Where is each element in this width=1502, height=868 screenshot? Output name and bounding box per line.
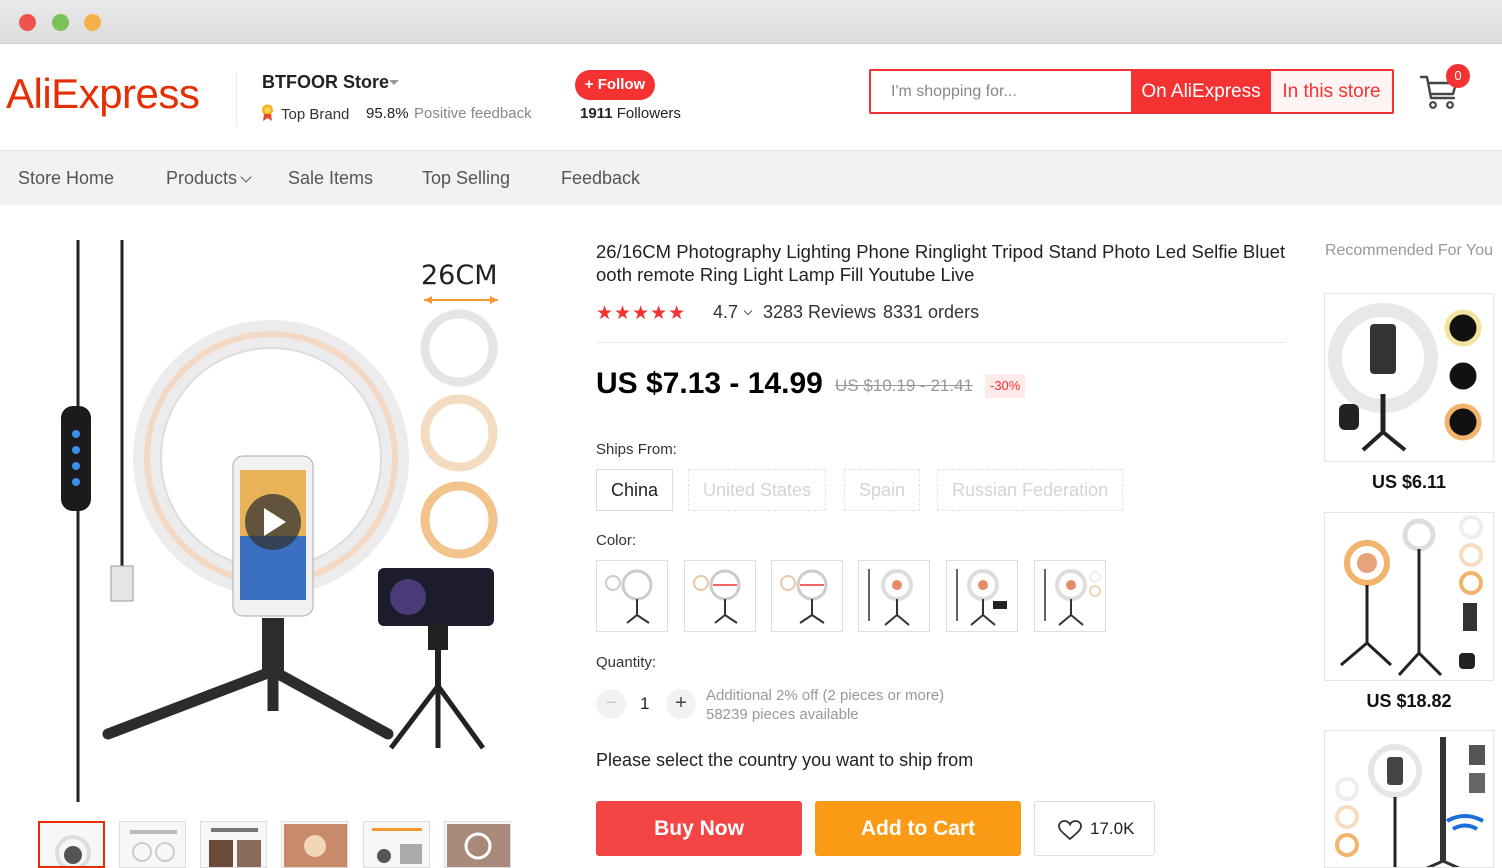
recommended-item-price[interactable]: US $18.82	[1324, 691, 1494, 712]
color-option-2[interactable]	[684, 560, 756, 632]
ship-option-russian-federation[interactable]: Russian Federation	[937, 469, 1124, 511]
color-option-5[interactable]	[946, 560, 1018, 632]
top-brand-label: Top Brand	[281, 106, 350, 123]
chevron-down-icon	[240, 171, 252, 183]
quantity-value[interactable]: 1	[640, 694, 649, 714]
positive-feedback-label: Positive feedback	[414, 105, 532, 122]
thumbnail-5[interactable]	[363, 821, 430, 868]
window-titlebar	[0, 0, 1502, 44]
search-aliexpress-button[interactable]: On AliExpress	[1131, 71, 1271, 112]
search-bar: On AliExpress In this store	[869, 69, 1394, 114]
color-label: Color:	[596, 532, 637, 549]
ship-option-united-states[interactable]: United States	[688, 469, 827, 511]
recommended-item-image	[1335, 737, 1485, 867]
positive-feedback-percent: 95.8%	[366, 105, 409, 122]
chevron-down-icon[interactable]	[743, 306, 753, 316]
followers-label: Followers	[616, 105, 681, 122]
recommended-item-image	[1340, 515, 1483, 677]
color-swatch-image	[605, 569, 653, 624]
thumbnail-image	[447, 824, 510, 867]
nav-products-label: Products	[166, 168, 238, 188]
quantity-info: Additional 2% off (2 pieces or more) 582…	[706, 686, 944, 724]
thumbnail-1[interactable]	[38, 821, 105, 868]
thumbnail-4[interactable]	[281, 821, 348, 868]
window-close-button[interactable]	[19, 14, 36, 31]
nav-top-selling[interactable]: Top Selling	[422, 168, 510, 189]
recommended-item-price[interactable]: US $6.11	[1324, 472, 1494, 493]
thumbnail-image	[130, 830, 177, 862]
color-option-1[interactable]	[596, 560, 668, 632]
wishlist-button[interactable]: 17.0K	[1034, 801, 1155, 856]
thumbnail-2[interactable]	[119, 821, 186, 868]
ship-country-note: Please select the country you want to sh…	[596, 750, 974, 770]
color-swatch-image	[693, 569, 741, 624]
color-swatch-image	[780, 569, 828, 624]
bulk-discount-note: Additional 2% off (2 pieces or more)	[706, 687, 945, 704]
discount-badge: -30%	[985, 374, 1026, 398]
thumbnail-image	[209, 828, 261, 867]
buy-now-button[interactable]: Buy Now	[596, 801, 802, 856]
thumbnail-image	[55, 835, 91, 866]
color-option-4[interactable]	[858, 560, 930, 632]
chevron-down-icon[interactable]	[389, 80, 399, 85]
color-swatch-image	[956, 569, 1007, 626]
quantity-increase-button[interactable]: +	[666, 689, 696, 719]
header-divider	[236, 72, 237, 126]
thumbnail-image	[372, 828, 422, 864]
color-swatch-image	[868, 569, 913, 626]
wishlist-count: 17.0K	[1090, 819, 1135, 838]
ship-option-spain[interactable]: Spain	[844, 469, 921, 511]
product-main-image[interactable]: 26CM	[36, 236, 566, 806]
medal-icon	[262, 104, 273, 121]
window-minimize-button[interactable]	[52, 14, 69, 31]
nav-sale-items[interactable]: Sale Items	[288, 168, 373, 189]
size-label: 26CM	[421, 260, 498, 291]
store-name[interactable]: BTFOOR Store	[262, 72, 389, 93]
current-price: US $7.13 - 14.99	[596, 367, 823, 400]
rating-value[interactable]: 4.7	[713, 302, 738, 323]
window-maximize-button[interactable]	[84, 14, 101, 31]
followers-count: 1911 Followers	[580, 105, 681, 122]
heart-icon	[1058, 820, 1082, 841]
star-rating-icon: ★★★★★	[596, 303, 687, 324]
orders-count: 8331 orders	[883, 302, 980, 322]
color-option-3[interactable]	[771, 560, 843, 632]
thumbnail-3[interactable]	[200, 821, 267, 868]
recommended-title: Recommended For You	[1324, 242, 1494, 259]
reviews-count[interactable]: 3283 Reviews	[763, 302, 876, 323]
recommended-item-2[interactable]	[1324, 512, 1494, 681]
ship-option-china[interactable]: China	[596, 469, 674, 511]
stock-available-note: 58239 pieces available	[706, 706, 859, 723]
aliexpress-logo[interactable]: AliExpress	[6, 70, 200, 118]
ships-from-label: Ships From:	[596, 441, 677, 458]
divider	[596, 342, 1286, 343]
nav-products[interactable]: Products	[166, 168, 252, 189]
cart-count-badge: 0	[1446, 64, 1470, 88]
follow-button[interactable]: + Follow	[575, 70, 655, 100]
original-price: US $10.19 - 21.41	[835, 376, 973, 395]
color-swatch-image	[1044, 569, 1101, 626]
recommended-item-3[interactable]	[1324, 730, 1494, 868]
add-to-cart-button[interactable]: Add to Cart	[815, 801, 1021, 856]
search-store-button[interactable]: In this store	[1271, 71, 1392, 112]
search-input[interactable]	[871, 71, 1131, 112]
nav-store-home[interactable]: Store Home	[18, 168, 114, 189]
followers-number: 1911	[580, 105, 613, 122]
store-header: AliExpress BTFOOR Store Top Brand 95.8% …	[0, 44, 1502, 150]
product-title: 26/16CM Photography Lighting Phone Ringl…	[596, 241, 1286, 285]
color-option-6[interactable]	[1034, 560, 1106, 632]
quantity-label: Quantity:	[596, 654, 657, 671]
thumbnail-6[interactable]	[444, 821, 511, 868]
nav-feedback[interactable]: Feedback	[561, 168, 640, 189]
recommended-item-image	[1328, 303, 1482, 452]
quantity-decrease-button[interactable]: −	[596, 689, 626, 719]
thumbnail-image	[284, 824, 347, 867]
recommended-item-1[interactable]	[1324, 293, 1494, 462]
store-nav: Store Home Products Sale Items Top Selli…	[0, 150, 1502, 205]
